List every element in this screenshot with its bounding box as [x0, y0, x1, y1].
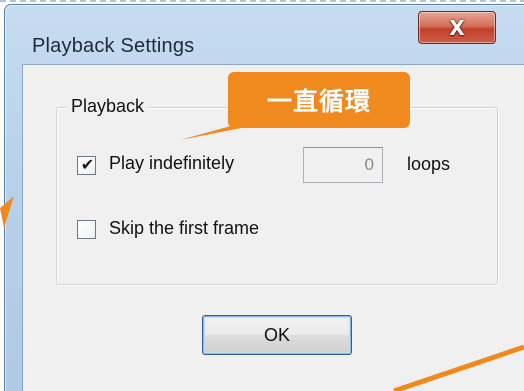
annotation-arrows [0, 124, 524, 391]
left-edge-arrow-icon [0, 196, 14, 228]
annotation-callout: 一直循環 [228, 72, 410, 128]
screenshot-stage: Playback Settings X Playback ✔ Play inde… [0, 0, 524, 391]
bottom-right-pointer-line [393, 344, 524, 391]
